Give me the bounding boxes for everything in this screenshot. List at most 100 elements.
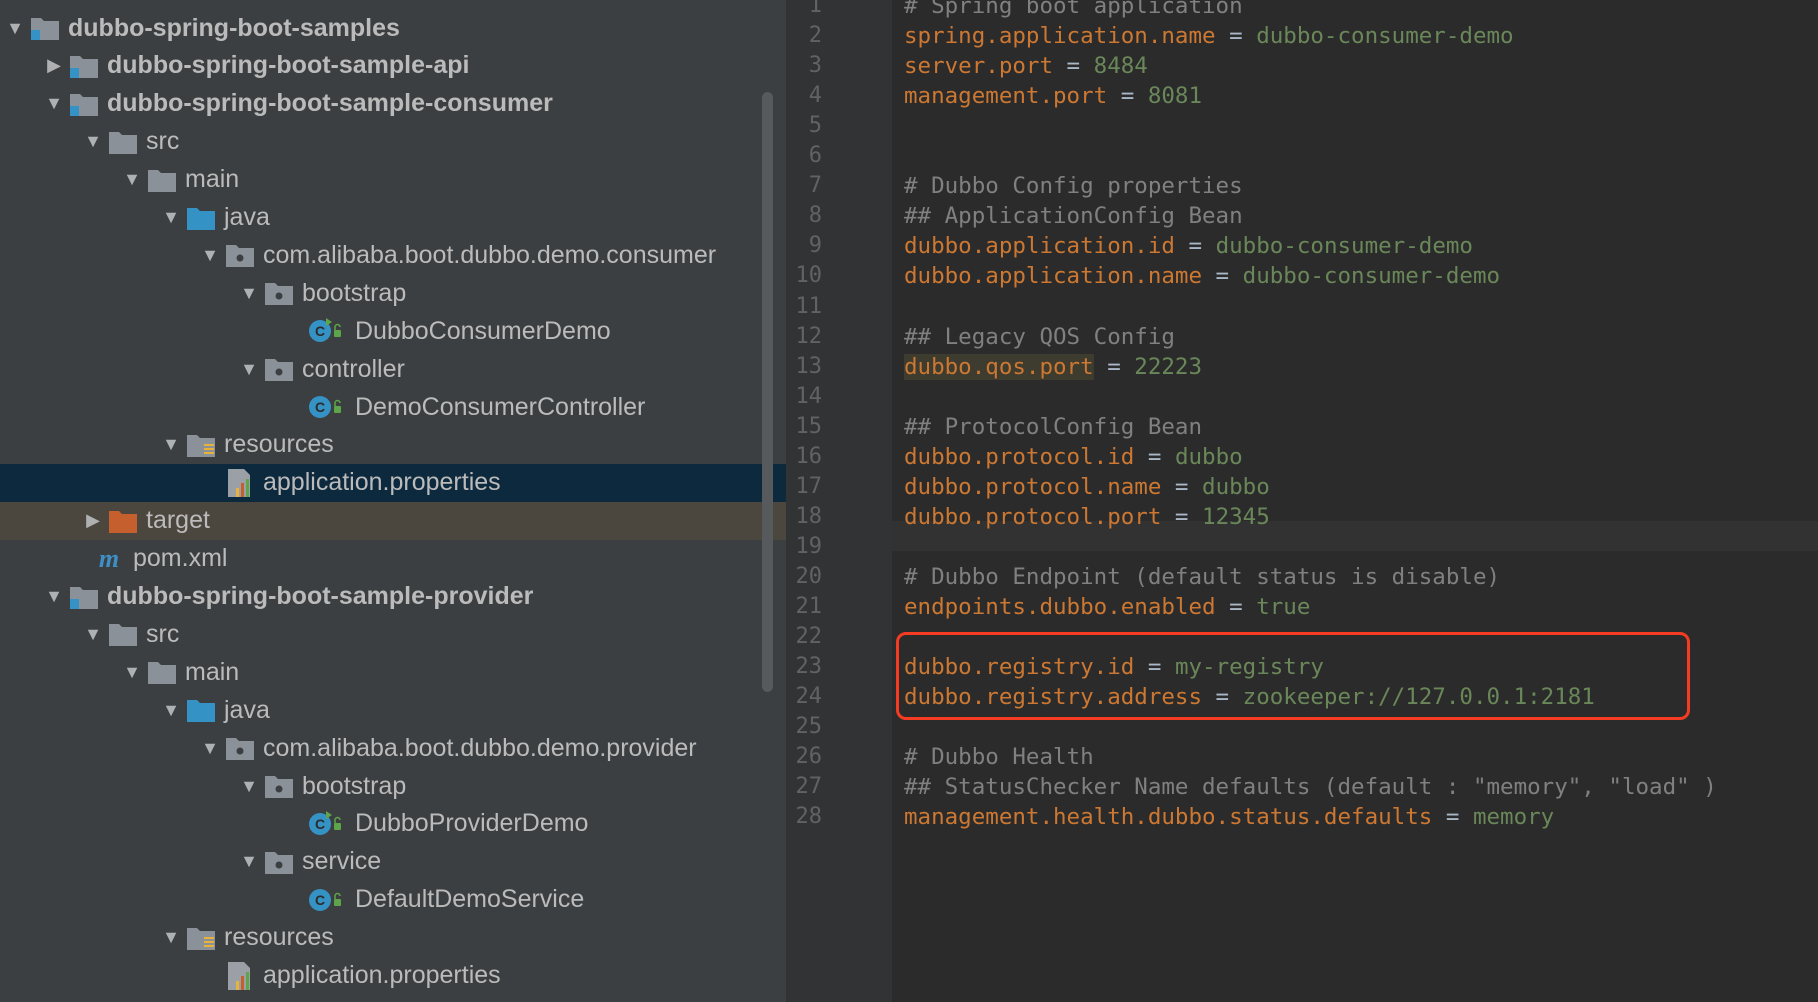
tree-item-label: java [224, 203, 270, 231]
property-value: dubbo-consumer-demo [1242, 263, 1501, 290]
tree-item[interactable]: C DemoConsumerController [0, 388, 786, 426]
code-line[interactable]: spring.application.name = dubbo-consumer… [904, 21, 1514, 51]
java-class-icon: C [301, 392, 349, 422]
project-tree-panel: ▼ dubbo-spring-boot-samples ▶ dubbo-spring-… [0, 0, 786, 1002]
tree-item[interactable]: m pom.xml [0, 540, 786, 578]
expanded-arrow-icon[interactable]: ▼ [236, 350, 262, 388]
property-value: dubbo-consumer-demo [1256, 23, 1514, 50]
expanded-arrow-icon[interactable]: ▼ [158, 426, 184, 464]
code-line[interactable]: # Dubbo Endpoint (default status is disa… [904, 562, 1500, 592]
line-number: 13 [795, 353, 823, 379]
tree-item[interactable]: ▼ controller [0, 350, 786, 388]
expanded-arrow-icon[interactable]: ▼ [158, 691, 184, 729]
expanded-arrow-icon[interactable]: ▼ [119, 161, 145, 199]
tree-item[interactable]: ▼ dubbo-spring-boot-sample-provider [0, 578, 786, 616]
tree-item[interactable]: ▼ src [0, 615, 786, 653]
tree-item[interactable]: ▼ bootstrap [0, 274, 786, 312]
expanded-arrow-icon[interactable]: ▼ [80, 123, 106, 161]
property-key: dubbo.application.id [904, 233, 1175, 260]
code-line[interactable]: ## Legacy QOS Config [904, 322, 1175, 352]
tree-item[interactable]: application.properties [0, 463, 786, 502]
expanded-arrow-icon[interactable]: ▼ [236, 274, 262, 312]
code-line[interactable]: dubbo.application.name = dubbo-consumer-… [904, 261, 1500, 291]
tree-item[interactable]: ▼ service [0, 843, 786, 881]
line-number: 23 [795, 654, 823, 680]
expanded-arrow-icon[interactable]: ▼ [80, 615, 106, 653]
tree-item[interactable]: ▼ main [0, 161, 786, 199]
comment-text: # Dubbo Config properties [904, 173, 1243, 200]
property-key: spring.application.name [904, 23, 1216, 50]
line-number: 25 [795, 714, 823, 740]
tree-item[interactable]: application.properties [0, 957, 786, 995]
expanded-arrow-icon[interactable]: ▼ [236, 767, 262, 805]
property-key: dubbo.qos.port [904, 353, 1094, 380]
expanded-arrow-icon[interactable]: ▼ [119, 653, 145, 691]
code-editor[interactable]: # Spring boot application spring.applicat… [892, 0, 1818, 1002]
expanded-arrow-icon[interactable]: ▼ [197, 729, 223, 767]
code-line[interactable]: dubbo.application.id = dubbo-consumer-de… [904, 231, 1473, 261]
code-line[interactable]: # Spring boot application [904, 0, 1243, 21]
expanded-arrow-icon[interactable]: ▼ [158, 199, 184, 237]
line-number: 5 [808, 113, 822, 139]
property-key: server.port [904, 53, 1054, 80]
tree-item-label: dubbo-spring-boot-sample-consumer [107, 89, 553, 118]
property-key: management.port [904, 83, 1108, 110]
property-value: dubbo [1174, 443, 1243, 470]
svg-text:m: m [99, 545, 119, 573]
tree-item[interactable]: ▼ java [0, 691, 786, 729]
excluded-folder-icon [106, 506, 140, 536]
tree-item[interactable]: ▼ resources [0, 919, 786, 957]
tree-item[interactable]: C DefaultDemoService [0, 881, 786, 919]
tree-item[interactable]: ▼ bootstrap [0, 767, 786, 805]
code-line[interactable]: dubbo.protocol.name = dubbo [904, 472, 1270, 502]
expanded-arrow-icon[interactable]: ▼ [236, 843, 262, 881]
no-arrow [197, 957, 223, 995]
collapsed-arrow-icon[interactable]: ▶ [41, 47, 67, 85]
tree-item[interactable]: ▼ resources [0, 426, 786, 464]
line-number: 11 [795, 293, 823, 319]
tree-item[interactable]: C DubboProviderDemo [0, 805, 786, 843]
tree-item[interactable]: ▶ target [0, 501, 786, 540]
expanded-arrow-icon[interactable]: ▼ [41, 85, 67, 123]
tree-item[interactable]: ▼ java [0, 199, 786, 237]
resources-folder-icon [184, 430, 218, 460]
code-line[interactable]: dubbo.protocol.id = dubbo [904, 442, 1243, 472]
code-line[interactable]: server.port = 8484 [904, 51, 1148, 81]
expanded-arrow-icon[interactable]: ▼ [2, 9, 28, 47]
tree-item[interactable]: ▼ main [0, 653, 786, 691]
tree-item-label: DubboProviderDemo [355, 809, 589, 838]
tree-scrollbar[interactable] [762, 92, 773, 692]
code-line[interactable]: ## StatusChecker Name defaults (default … [904, 772, 1717, 802]
tree-item[interactable]: ▼ com.alibaba.boot.dubbo.demo.consumer [0, 236, 786, 274]
code-line[interactable]: ## ProtocolConfig Bean [904, 412, 1202, 442]
expanded-arrow-icon[interactable]: ▼ [197, 236, 223, 274]
code-line[interactable]: dubbo.qos.port = 22223 [904, 352, 1202, 382]
tree-item[interactable]: ▼ dubbo-spring-boot-sample-consumer [0, 85, 786, 123]
code-line[interactable]: dubbo.protocol.port = 12345 [904, 502, 1270, 532]
line-number: 1 [808, 0, 822, 18]
comment-text: # Dubbo Endpoint (default status is disa… [904, 563, 1501, 590]
line-number: 21 [795, 594, 823, 619]
collapsed-arrow-icon[interactable]: ▶ [80, 502, 106, 540]
tree-item[interactable]: ▶ dubbo-spring-boot-sample-api [0, 47, 786, 85]
tree-item[interactable]: ▼ com.alibaba.boot.dubbo.demo.provider [0, 729, 786, 767]
tree-item-label: DemoConsumerController [355, 392, 646, 421]
code-line[interactable]: management.health.dubbo.status.defaults … [904, 802, 1554, 832]
code-line[interactable]: # Dubbo Health [904, 742, 1094, 772]
tree-item[interactable]: ▼ dubbo-spring-boot-samples [0, 9, 758, 47]
tree-item-label: resources [224, 923, 334, 952]
registry-highlight-box [896, 632, 1690, 720]
expanded-arrow-icon[interactable]: ▼ [41, 578, 67, 616]
source-folder-icon [184, 695, 218, 725]
folder-icon [145, 657, 179, 687]
tree-item[interactable]: C DubboConsumerDemo [0, 312, 786, 350]
expanded-arrow-icon[interactable]: ▼ [158, 919, 184, 957]
code-line[interactable]: management.port = 8081 [904, 81, 1202, 111]
comment-text: ## StatusChecker Name defaults (default … [904, 774, 1717, 801]
tree-item[interactable]: ▼ src [0, 123, 786, 161]
module-folder-icon [67, 51, 101, 81]
tree-item-label: com.alibaba.boot.dubbo.demo.consumer [263, 240, 717, 269]
code-line[interactable]: ## ApplicationConfig Bean [904, 201, 1243, 231]
code-line[interactable]: endpoints.dubbo.enabled = true [904, 592, 1310, 622]
code-line[interactable]: # Dubbo Config properties [904, 171, 1243, 201]
